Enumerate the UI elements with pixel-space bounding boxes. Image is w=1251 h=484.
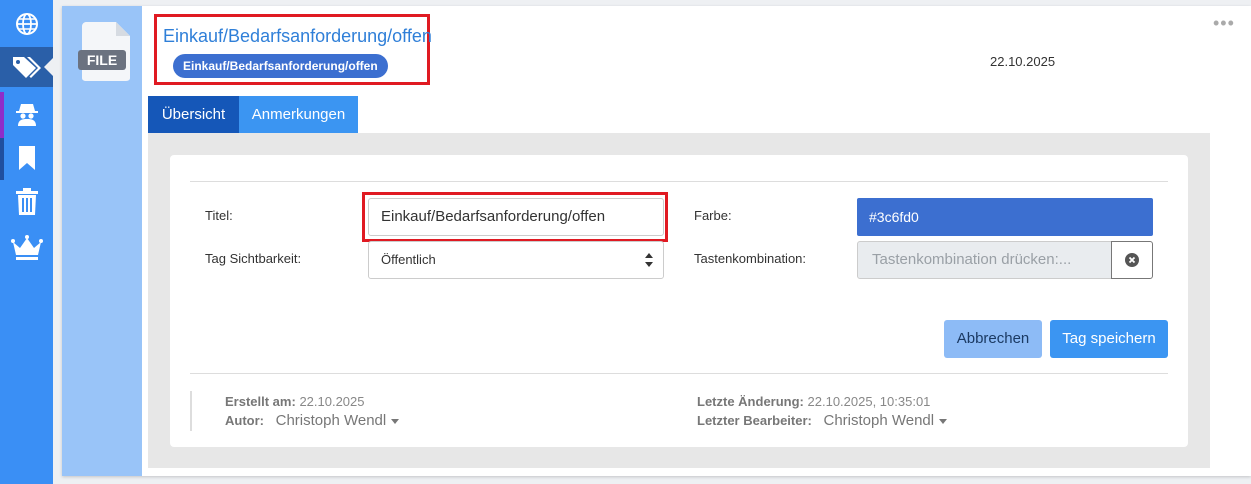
tag-card: FILE Einkauf/Bedarfsanforderung/offen Ei… bbox=[62, 6, 1251, 476]
page-title[interactable]: Einkauf/Bedarfsanforderung/offen bbox=[163, 26, 432, 47]
active-pointer bbox=[44, 58, 53, 76]
editor-info: Letzter Bearbeiter: Christoph Wendl bbox=[697, 412, 948, 429]
color-label: Farbe: bbox=[694, 208, 732, 223]
changed-info: Letzte Änderung: 22.10.2025, 10:35:01 bbox=[697, 394, 930, 409]
author-info: Autor: Christoph Wendl bbox=[225, 412, 400, 429]
icon-sidebar bbox=[0, 0, 53, 484]
editor-label: Letzter Bearbeiter: bbox=[697, 413, 812, 428]
save-button[interactable]: Tag speichern bbox=[1050, 320, 1168, 358]
bookmark-icon[interactable] bbox=[0, 138, 53, 178]
changed-label: Letzte Änderung: bbox=[697, 394, 804, 409]
caret-down-icon bbox=[939, 418, 948, 424]
clear-icon bbox=[1125, 253, 1139, 267]
cancel-button[interactable]: Abbrechen bbox=[944, 320, 1042, 358]
author-label: Autor: bbox=[225, 413, 264, 428]
file-icon: FILE bbox=[78, 20, 132, 82]
visibility-label: Tag Sichtbarkeit: bbox=[205, 251, 302, 266]
shortcut-label: Tastenkombination: bbox=[694, 251, 807, 266]
tag-form: Titel: Einkauf/Bedarfsanforderung/offen … bbox=[170, 155, 1188, 447]
divider-top bbox=[190, 181, 1168, 182]
card-side-strip: FILE bbox=[62, 6, 142, 476]
trash-icon[interactable] bbox=[0, 182, 53, 222]
visibility-select[interactable]: Öffentlich bbox=[368, 241, 664, 279]
created-info: Erstellt am: 22.10.2025 bbox=[225, 394, 365, 409]
select-arrows-icon bbox=[645, 253, 653, 267]
title-label: Titel: bbox=[205, 208, 233, 223]
color-input[interactable]: #3c6fd0 bbox=[857, 198, 1153, 236]
created-label: Erstellt am: bbox=[225, 394, 296, 409]
caret-down-icon bbox=[391, 418, 400, 424]
author-dropdown[interactable]: Christoph Wendl bbox=[276, 412, 400, 429]
changed-value: 22.10.2025, 10:35:01 bbox=[807, 394, 931, 409]
shortcut-input[interactable]: Tastenkombination drücken:... bbox=[857, 241, 1112, 279]
globe-icon[interactable] bbox=[0, 4, 53, 44]
created-value: 22.10.2025 bbox=[299, 394, 365, 409]
file-icon-label: FILE bbox=[87, 52, 117, 68]
tag-badge: Einkauf/Bedarfsanforderung/offen bbox=[173, 54, 388, 78]
shortcut-clear-button[interactable] bbox=[1111, 241, 1153, 279]
meta-divider bbox=[190, 391, 192, 431]
tab-overview[interactable]: Übersicht bbox=[148, 96, 239, 133]
visibility-value: Öffentlich bbox=[381, 252, 436, 267]
tab-notes[interactable]: Anmerkungen bbox=[239, 96, 358, 133]
editor-value: Christoph Wendl bbox=[823, 412, 935, 429]
spy-icon[interactable] bbox=[0, 94, 53, 134]
editor-dropdown[interactable]: Christoph Wendl bbox=[824, 412, 948, 429]
title-input[interactable]: Einkauf/Bedarfsanforderung/offen bbox=[368, 198, 664, 236]
divider-bottom bbox=[190, 373, 1168, 374]
more-menu-icon[interactable]: ••• bbox=[1213, 14, 1235, 32]
header-date: 22.10.2025 bbox=[990, 54, 1056, 69]
crown-icon[interactable] bbox=[0, 228, 53, 268]
author-value: Christoph Wendl bbox=[275, 412, 387, 429]
tab-panel: Titel: Einkauf/Bedarfsanforderung/offen … bbox=[148, 133, 1210, 468]
